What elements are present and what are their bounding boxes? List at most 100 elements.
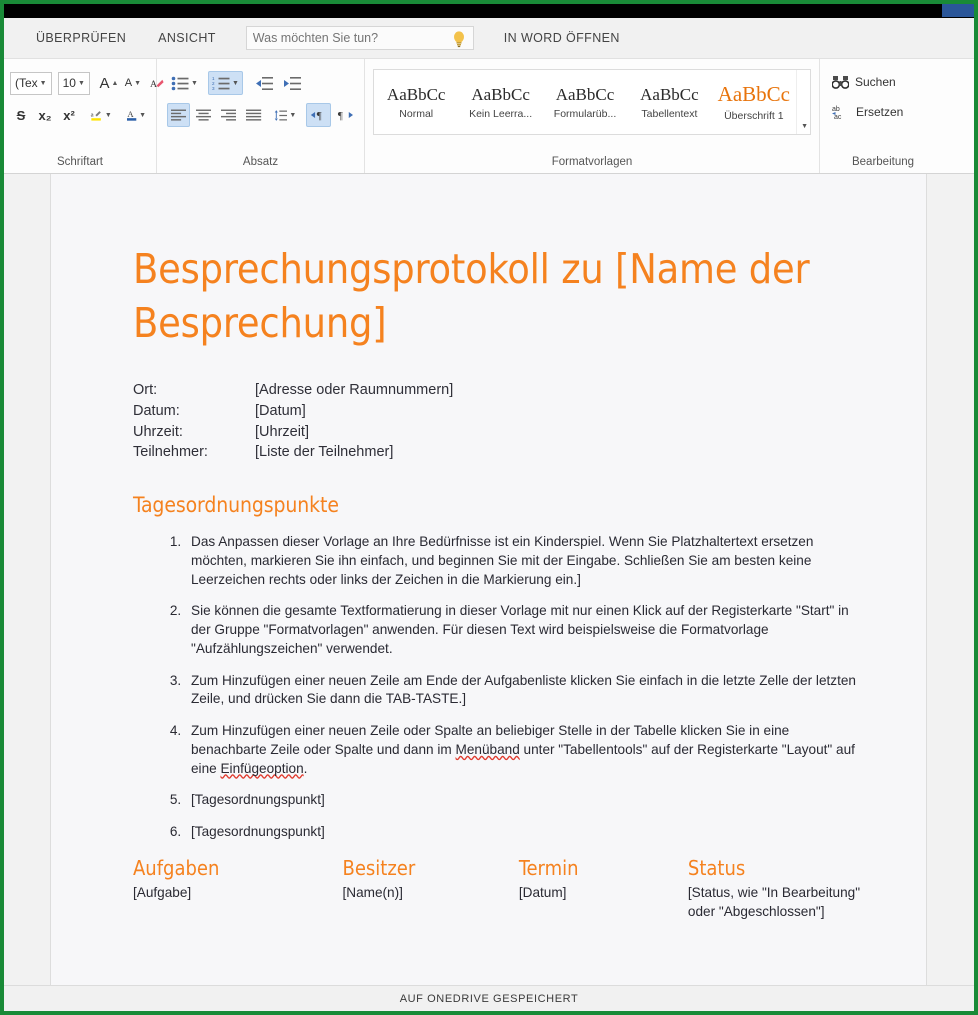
chevron-down-icon: ▼ [105, 112, 112, 119]
misspelled-word: Menüband [456, 742, 520, 757]
cell-status[interactable]: [Status, wie "In Bearbeitung" oder "Abge… [688, 884, 868, 922]
align-left-button[interactable] [167, 103, 190, 127]
paragraph-group-label: Absatz [157, 156, 364, 173]
style-normal[interactable]: AaBbCc Normal [374, 70, 458, 134]
ribbon-tab-row: ÜBERPRÜFEN ANSICHT IN WORD ÖFFNEN [4, 18, 974, 59]
strikethrough-button[interactable]: S [10, 103, 32, 127]
agenda-item: Zum Hinzufügen einer neuen Zeile am Ende… [185, 672, 868, 710]
svg-text:a: a [91, 111, 94, 118]
increase-indent-button[interactable] [279, 71, 305, 95]
detail-row-datum: Datum: [Datum] [133, 401, 868, 422]
numbered-list-button[interactable]: 1 2 3 ▼ [208, 71, 243, 95]
font-name-value: (Tex [15, 76, 38, 90]
tell-me-input[interactable] [253, 31, 443, 45]
superscript-button[interactable]: x² [58, 103, 80, 127]
misspelled-word: Einfügeoption [220, 761, 303, 776]
agenda-item: [Tagesordnungspunkt] [185, 791, 868, 810]
column-header-aufgaben: Aufgaben [133, 856, 342, 884]
chevron-down-icon: ▼ [801, 123, 808, 130]
grow-font-button[interactable]: A▲ [98, 71, 120, 95]
style-sample: AaBbCc [718, 82, 790, 107]
style-sample: AaBbCc [640, 85, 699, 105]
save-status-text: AUF ONEDRIVE GESPEICHERT [400, 993, 579, 1005]
justify-button[interactable] [242, 103, 265, 127]
line-spacing-icon [274, 108, 288, 123]
ribbon-group-font: (Tex ▼ 10 ▼ A▲ A▼ A [0, 59, 157, 173]
style-tabellentext[interactable]: AaBbCc Tabellentext [627, 70, 711, 134]
highlight-icon: a [90, 106, 103, 125]
document-body[interactable]: Besprechungsprotokoll zu [Name der Bespr… [51, 242, 926, 921]
chevron-down-icon: ▼ [232, 80, 239, 87]
chevron-down-icon: ▼ [40, 80, 47, 87]
grow-font-label: A [99, 75, 109, 92]
style-name: Formularüb... [554, 108, 616, 120]
style-kein-leerraum[interactable]: AaBbCc Kein Leerra... [458, 70, 542, 134]
ribbon: (Tex ▼ 10 ▼ A▲ A▼ A [4, 59, 974, 174]
agenda-item: Das Anpassen dieser Vorlage an Ihre Bedü… [185, 533, 868, 589]
column-header-besitzer: Besitzer [342, 856, 518, 884]
open-in-word-button[interactable]: IN WORD ÖFFNEN [494, 27, 630, 49]
style-name: Tabellentext [641, 108, 697, 120]
style-name: Normal [399, 108, 433, 120]
replace-label: Ersetzen [856, 105, 903, 119]
ribbon-group-styles: AaBbCc Normal AaBbCc Kein Leerra... AaBb… [365, 59, 820, 173]
replace-icon: ab ac [832, 104, 850, 121]
find-button[interactable]: Suchen [826, 67, 940, 97]
bullet-list-button[interactable]: ▼ [167, 71, 202, 95]
align-center-button[interactable] [192, 103, 215, 127]
agenda-item: Sie können die gesamte Textformatierung … [185, 602, 868, 658]
numbered-list-icon: 1 2 3 [212, 76, 230, 91]
agenda-item: Zum Hinzufügen einer neuen Zeile oder Sp… [185, 722, 868, 778]
align-left-icon [171, 108, 186, 122]
font-row-1: (Tex ▼ 10 ▼ A▲ A▼ A [4, 67, 156, 99]
align-right-button[interactable] [217, 103, 240, 127]
agenda-item: [Tagesordnungspunkt] [185, 823, 868, 842]
document-canvas[interactable]: Besprechungsprotokoll zu [Name der Bespr… [4, 174, 974, 985]
rtl-icon: ¶ [337, 108, 354, 122]
line-spacing-button[interactable]: ▼ [270, 103, 301, 127]
find-label: Suchen [855, 75, 896, 89]
text-highlight-button[interactable]: a ▼ [86, 103, 116, 127]
agenda-heading: Tagesordnungspunkte [133, 493, 868, 517]
tab-ueberpruefen[interactable]: ÜBERPRÜFEN [24, 27, 138, 49]
agenda-list: Das Anpassen dieser Vorlage an Ihre Bedü… [133, 533, 868, 842]
subscript-label: x₂ [38, 108, 51, 123]
shrink-font-button[interactable]: A▼ [122, 71, 144, 95]
detail-row-teilnehmer: Teilnehmer: [Liste der Teilnehmer] [133, 442, 868, 463]
style-sample: AaBbCc [556, 85, 615, 105]
cell-besitzer[interactable]: [Name(n)] [342, 884, 518, 922]
styles-gallery: AaBbCc Normal AaBbCc Kein Leerra... AaBb… [373, 69, 811, 135]
subscript-button[interactable]: x₂ [34, 103, 56, 127]
window-controls-placeholder [942, 4, 974, 17]
font-row-2: S x₂ x² a ▼ [4, 99, 156, 131]
status-bar: AUF ONEDRIVE GESPEICHERT [4, 985, 974, 1011]
svg-text:¶: ¶ [317, 110, 322, 122]
table-row[interactable]: [Aufgabe] [Name(n)] [Datum] [Status, wie… [133, 884, 868, 922]
font-color-icon: A [126, 106, 137, 125]
document-page[interactable]: Besprechungsprotokoll zu [Name der Bespr… [50, 174, 927, 985]
style-ueberschrift-1[interactable]: AaBbCc Überschrift 1 [712, 70, 796, 134]
column-header-termin: Termin [519, 856, 688, 884]
align-right-icon [221, 108, 236, 122]
cell-termin[interactable]: [Datum] [519, 884, 688, 922]
style-name: Überschrift 1 [724, 110, 784, 122]
detail-label: Datum: [133, 401, 255, 422]
decrease-indent-button[interactable] [251, 71, 277, 95]
rtl-text-direction-button[interactable]: ¶ [333, 103, 358, 127]
strikethrough-label: S [17, 108, 26, 123]
font-size-combo[interactable]: 10 ▼ [58, 72, 90, 95]
font-color-button[interactable]: A ▼ [122, 103, 150, 127]
paragraph-row-2: ▼ ¶ ¶ [157, 99, 364, 131]
style-formularueberschrift[interactable]: AaBbCc Formularüb... [543, 70, 627, 134]
styles-gallery-more-button[interactable]: ▼ [796, 70, 810, 134]
ltr-text-direction-button[interactable]: ¶ [306, 103, 331, 127]
font-name-combo[interactable]: (Tex ▼ [10, 72, 52, 95]
cell-aufgabe[interactable]: [Aufgabe] [133, 884, 342, 922]
word-online-window: ÜBERPRÜFEN ANSICHT IN WORD ÖFFNEN (Tex ▼ [0, 0, 978, 1015]
replace-button[interactable]: ab ac Ersetzen [826, 97, 940, 127]
document-title: Besprechungsprotokoll zu [Name der Bespr… [133, 242, 868, 350]
tell-me-box[interactable] [246, 26, 474, 50]
tab-ansicht[interactable]: ANSICHT [146, 27, 228, 49]
task-table[interactable]: Aufgaben Besitzer Termin Status [Aufgabe… [133, 856, 868, 922]
page-footer-ghost-text [87, 942, 91, 957]
